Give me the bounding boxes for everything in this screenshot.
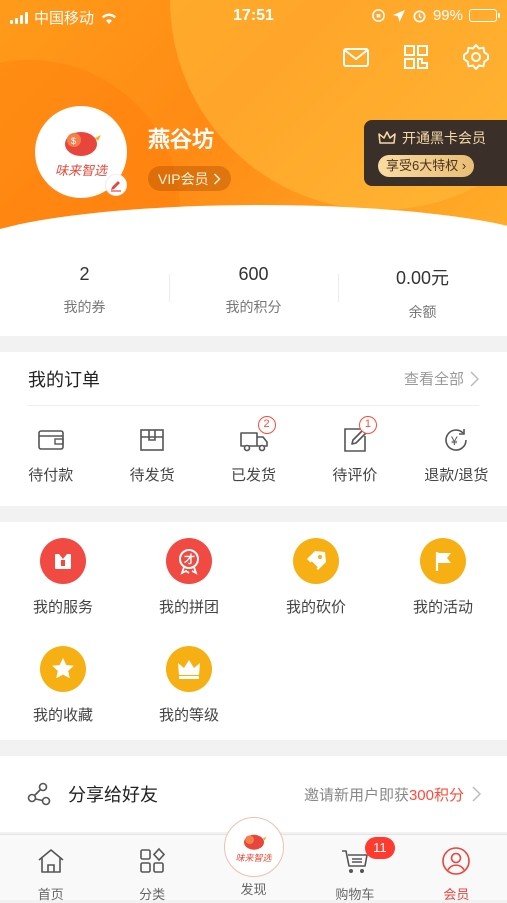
service-my-service[interactable]: 我的服务	[0, 538, 126, 617]
black-card-benefit-label: 享受6大特权	[386, 158, 459, 173]
invite-reward: 邀请新用户即获300积分	[304, 784, 481, 805]
tab-member[interactable]: 会员	[406, 835, 507, 902]
chevron-right-icon	[470, 370, 479, 387]
order-pending-shipment[interactable]: 待发货	[101, 424, 202, 485]
edit-avatar-icon[interactable]	[105, 174, 127, 196]
profile-header: 中国移动 17:51 99% $ 味来智选 燕谷坊 VIP会员 开通黑卡会员 享…	[0, 0, 507, 240]
service-bargain[interactable]: 我的砍价	[253, 538, 379, 617]
discover-logo-icon: 味来智选	[223, 817, 284, 877]
invite-points: 300积分	[408, 786, 464, 804]
message-icon[interactable]	[341, 42, 371, 72]
brand-bird-logo-icon: $	[65, 131, 101, 156]
black-card-promo[interactable]: 开通黑卡会员 享受6大特权 ›	[364, 120, 507, 186]
service-label: 我的服务	[32, 599, 93, 616]
service-icon	[40, 538, 86, 584]
order-shipped[interactable]: 2 已发货	[203, 416, 304, 485]
stat-label: 我的券	[63, 299, 106, 315]
service-label: 我的活动	[412, 599, 473, 616]
home-icon	[38, 849, 64, 873]
wallet-icon	[37, 430, 64, 450]
my-orders-section: 我的订单 查看全部 待付款 待发货 2 已发货 1 待评价 ¥ 退款/退货	[0, 352, 507, 506]
cart-count-badge: 11	[364, 837, 395, 859]
black-card-title: 开通黑卡会员	[402, 130, 486, 146]
stat-coupons[interactable]: 2 我的券	[0, 240, 169, 336]
settings-gear-icon[interactable]	[461, 42, 491, 72]
tab-home[interactable]: 首页	[0, 835, 101, 902]
vip-label: VIP会员	[158, 170, 209, 187]
order-item-label: 已发货	[231, 467, 277, 484]
category-icon	[140, 847, 166, 873]
alarm-icon	[413, 10, 426, 23]
share-title: 分享给好友	[68, 785, 158, 805]
service-favorites[interactable]: 我的收藏	[0, 646, 126, 725]
service-group-buy[interactable]: 才 我的拼团	[126, 538, 252, 617]
flag-icon	[420, 538, 466, 584]
service-label: 我的等级	[158, 707, 219, 724]
account-stats: 2 我的券 600 我的积分 0.00元 余额	[0, 240, 507, 336]
member-icon	[442, 847, 471, 875]
stat-label: 余额	[408, 304, 437, 320]
order-pending-review[interactable]: 1 待评价	[304, 416, 405, 485]
shipped-count-badge: 2	[257, 416, 276, 434]
view-all-orders-link[interactable]: 查看全部	[404, 368, 479, 389]
battery-percent: 99%	[432, 7, 463, 24]
crown-icon	[166, 646, 212, 692]
stat-balance[interactable]: 0.00元 余额	[338, 240, 507, 336]
review-count-badge: 1	[358, 416, 377, 434]
star-icon	[40, 646, 86, 692]
battery-icon	[469, 9, 500, 22]
order-refund[interactable]: ¥ 退款/退货	[406, 424, 507, 485]
tab-label: 首页	[37, 887, 64, 902]
tab-cart[interactable]: 11 购物车	[304, 835, 405, 902]
discover-logo-text: 味来智选	[235, 852, 272, 863]
chevron-right-icon	[213, 172, 221, 185]
tab-label: 发现	[240, 882, 267, 897]
tab-label: 分类	[139, 887, 166, 902]
status-bar: 中国移动 17:51 99%	[0, 0, 507, 32]
package-icon	[140, 429, 164, 451]
refund-icon: ¥	[445, 429, 468, 451]
invite-prefix: 邀请新用户即获	[303, 786, 409, 804]
order-item-label: 待发货	[129, 467, 175, 484]
stat-value: 2	[79, 264, 90, 284]
order-item-label: 待评价	[332, 467, 378, 484]
stat-value: 600	[238, 264, 269, 284]
service-label: 我的拼团	[158, 599, 219, 616]
tab-label: 会员	[443, 887, 470, 902]
qrcode-icon[interactable]	[401, 42, 431, 72]
share-icon	[27, 782, 51, 806]
tab-discover[interactable]: 味来智选 发现	[203, 817, 304, 900]
avatar[interactable]: $ 味来智选	[35, 106, 127, 198]
group-buy-icon: 才	[166, 538, 212, 584]
avatar-logo-text: 味来智选	[54, 162, 107, 178]
service-label: 我的收藏	[32, 707, 93, 724]
chevron-right-icon	[472, 786, 481, 802]
order-item-label: 待付款	[28, 467, 74, 484]
username: 燕谷坊	[148, 127, 215, 152]
vip-badge-button[interactable]: VIP会员	[148, 166, 231, 191]
svg-text:才: 才	[184, 552, 195, 566]
stat-value: 0.00元	[395, 268, 450, 288]
my-services-grid: 我的服务 才 我的拼团 我的砍价 我的活动 我的收藏 我的等级	[0, 522, 507, 740]
crown-outline-icon	[378, 131, 396, 144]
bottom-tab-bar: 首页 分类 味来智选 发现 11 购物车 会员	[0, 817, 507, 902]
svg-text:$: $	[71, 136, 76, 146]
tab-label: 购物车	[335, 887, 375, 902]
service-activity[interactable]: 我的活动	[380, 538, 506, 617]
location-icon	[392, 9, 405, 22]
view-all-label: 查看全部	[403, 371, 464, 388]
bargain-icon	[293, 538, 339, 584]
order-item-label: 退款/退货	[424, 467, 489, 484]
svg-text:¥: ¥	[450, 434, 458, 448]
rotation-lock-icon	[372, 9, 385, 22]
service-label: 我的砍价	[285, 599, 346, 616]
service-level[interactable]: 我的等级	[126, 646, 252, 725]
stat-points[interactable]: 600 我的积分	[169, 240, 338, 336]
black-card-benefit-button[interactable]: 享受6大特权 ›	[378, 155, 475, 177]
order-pending-payment[interactable]: 待付款	[0, 424, 101, 485]
tab-category[interactable]: 分类	[101, 835, 202, 902]
orders-title: 我的订单	[28, 369, 100, 390]
stat-label: 我的积分	[225, 299, 282, 315]
